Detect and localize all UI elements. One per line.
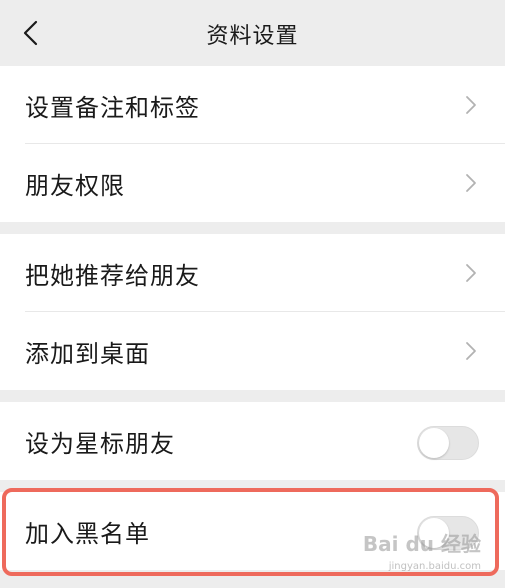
settings-group-star: 设为星标朋友 [0, 402, 505, 480]
watermark-url: jingyan.baidu.com [388, 561, 481, 572]
page-title: 资料设置 [206, 24, 299, 49]
row-add-to-desktop[interactable]: 添加到桌面 [0, 312, 505, 390]
watermark-brand: Bai du 经验 [362, 532, 481, 556]
header-bar: 资料设置 [0, 0, 505, 66]
row-label: 把她推荐给朋友 [25, 261, 200, 290]
row-add-to-blacklist: 加入黑名单 [0, 492, 505, 570]
row-label: 朋友权限 [25, 171, 125, 200]
star-friend-toggle[interactable] [417, 426, 479, 460]
row-set-remarks-tags[interactable]: 设置备注和标签 [0, 66, 505, 144]
row-label: 设置备注和标签 [25, 93, 200, 122]
row-star-friend: 设为星标朋友 [0, 402, 505, 480]
settings-group-blacklist: 加入黑名单 [0, 492, 505, 570]
row-recommend-to-friend[interactable]: 把她推荐给朋友 [0, 234, 505, 312]
chevron-right-icon [466, 96, 476, 114]
chevron-right-icon [466, 264, 476, 282]
row-label: 添加到桌面 [25, 339, 150, 368]
settings-group-share: 把她推荐给朋友 添加到桌面 [0, 234, 505, 390]
row-friend-permissions[interactable]: 朋友权限 [0, 144, 505, 222]
settings-group-remarks: 设置备注和标签 朋友权限 [0, 66, 505, 222]
chevron-right-icon [466, 174, 476, 192]
row-label: 设为星标朋友 [25, 429, 175, 458]
toggle-knob [419, 428, 449, 458]
row-label: 加入黑名单 [25, 519, 150, 548]
chevron-right-icon [466, 342, 476, 360]
